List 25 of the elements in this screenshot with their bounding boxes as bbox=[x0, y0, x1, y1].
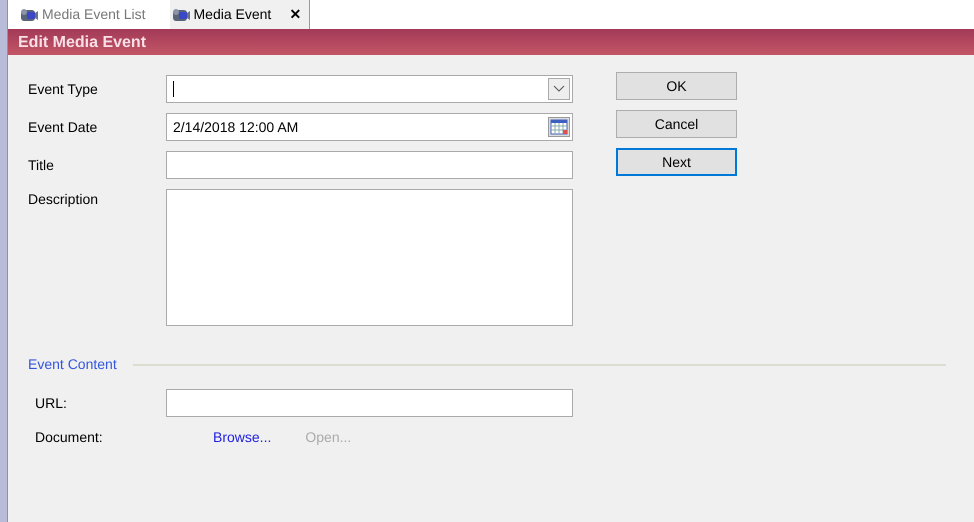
field-label: URL: bbox=[35, 394, 68, 412]
section-title: Event Content bbox=[28, 355, 117, 374]
dropdown-field[interactable] bbox=[166, 75, 573, 103]
field-label: Description bbox=[28, 190, 100, 209]
field-label: Document: bbox=[35, 428, 104, 447]
field-label: Event Date bbox=[28, 118, 98, 136]
close-button[interactable]: ✕ bbox=[289, 4, 302, 25]
field-label: Title bbox=[28, 156, 55, 174]
field-label: Event Type bbox=[28, 80, 99, 99]
tab[interactable]: Media Event ✕ bbox=[170, 0, 310, 29]
date-field[interactable]: 2/14/2018 12:00 AM bbox=[166, 113, 573, 141]
text-field[interactable] bbox=[166, 151, 573, 179]
url-field[interactable] bbox=[166, 389, 573, 417]
calendar-icon[interactable] bbox=[548, 117, 570, 137]
link[interactable]: Browse... bbox=[213, 427, 272, 448]
camera-icon bbox=[172, 6, 190, 22]
text-cursor bbox=[173, 81, 174, 97]
link: Open... bbox=[305, 427, 352, 448]
field-value: 2/14/2018 12:00 AM bbox=[173, 118, 300, 136]
tab[interactable]: Media Event List bbox=[18, 0, 154, 29]
dialog-button[interactable]: OK bbox=[616, 72, 737, 100]
dialog-button[interactable]: Next bbox=[616, 148, 737, 176]
camera-icon bbox=[20, 6, 38, 22]
panel-title: Edit Media Event bbox=[8, 29, 974, 55]
dialog-button[interactable]: Cancel bbox=[616, 110, 737, 138]
